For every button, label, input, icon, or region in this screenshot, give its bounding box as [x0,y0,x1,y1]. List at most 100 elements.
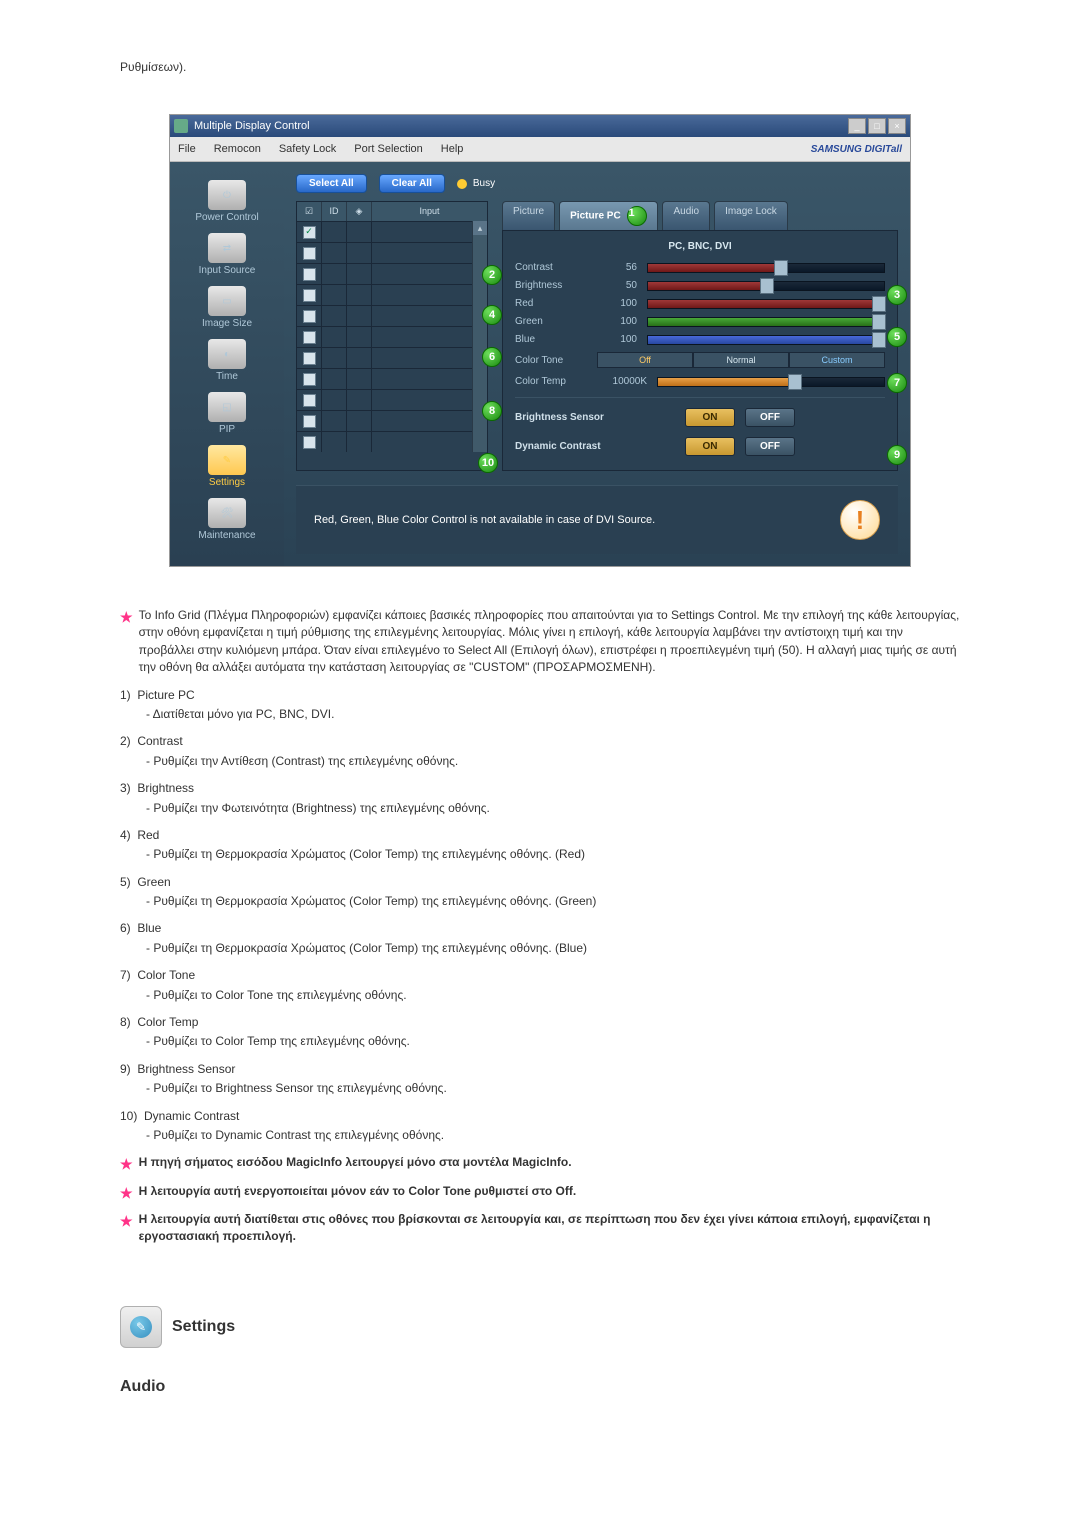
menu-port-selection[interactable]: Port Selection [354,143,422,155]
tab-image-lock[interactable]: Image Lock [714,201,788,230]
sidebar-item-power-control[interactable]: ⏻ Power Control [195,180,258,223]
contrast-label: Contrast [515,262,587,273]
item-sub: - Ρυθμίζει το Brightness Sensor της επιλ… [120,1080,960,1097]
grid-row[interactable] [297,221,472,242]
grid-row[interactable] [297,431,472,452]
star-icon: ★ [120,1211,133,1246]
marker-3: 3 [887,285,907,305]
settings-icon: ✎ [208,445,246,475]
busy-indicator: Busy [457,178,495,189]
tone-normal[interactable]: Normal [693,352,789,368]
bold-note-text: Η λειτουργία αυτή ενεργοποιείται μόνον ε… [139,1183,960,1203]
row-checkbox[interactable] [303,394,316,407]
marker-4: 4 [482,305,502,325]
bold-note-text: Η πηγή σήματος εισόδου MagicInfo λειτουρ… [139,1154,960,1174]
dynamic-contrast-off[interactable]: OFF [745,437,795,456]
green-slider[interactable] [647,317,885,327]
power-icon: ⏻ [208,180,246,210]
grid-row[interactable] [297,263,472,284]
row-checkbox[interactable] [303,310,316,323]
marker-7: 7 [887,373,907,393]
grid-row[interactable] [297,284,472,305]
red-slider[interactable] [647,299,885,309]
select-all-button[interactable]: Select All [296,174,367,193]
item-title: 3) Brightness [120,780,960,797]
tab-picture-pc-label: Picture PC [570,211,621,222]
settings-section-heading: ✎ Settings [120,1306,960,1348]
row-checkbox[interactable] [303,289,316,302]
menu-safety-lock[interactable]: Safety Lock [279,143,336,155]
app-icon [174,119,188,133]
sidebar-item-image-size[interactable]: ▭ Image Size [202,286,252,329]
grid-row[interactable] [297,368,472,389]
row-checkbox[interactable] [303,436,316,449]
tab-picture-pc[interactable]: Picture PC 1 [559,201,658,230]
brightness-value: 50 [597,280,637,291]
row-checkbox[interactable] [303,268,316,281]
green-label: Green [515,316,587,327]
close-button[interactable]: × [888,118,906,134]
marker-1: 1 [627,206,647,226]
sidebar-item-input-source[interactable]: ⇄ Input Source [199,233,256,276]
color-temp-slider[interactable] [657,377,885,387]
tone-off[interactable]: Off [597,352,693,368]
busy-text: Busy [473,178,495,189]
item-sub: - Ρυθμίζει το Color Temp της επιλεγμένης… [120,1033,960,1050]
tone-custom[interactable]: Custom [789,352,885,368]
brightness-slider[interactable] [647,281,885,291]
brightness-sensor-on[interactable]: ON [685,408,735,427]
grid-row[interactable] [297,242,472,263]
sidebar-item-pip[interactable]: ◱ PIP [208,392,246,435]
grid-row[interactable] [297,347,472,368]
dynamic-contrast-on[interactable]: ON [685,437,735,456]
row-checkbox[interactable] [303,247,316,260]
grid-row[interactable] [297,326,472,347]
menu-remocon[interactable]: Remocon [214,143,261,155]
menu-help[interactable]: Help [441,143,464,155]
clear-all-button[interactable]: Clear All [379,174,445,193]
mode-header: PC, BNC, DVI [515,241,885,252]
note-text: Red, Green, Blue Color Control is not av… [314,514,655,526]
row-checkbox[interactable] [303,226,316,239]
grid-header: ☑ ID ◈ Input [297,202,487,221]
contrast-slider[interactable] [647,263,885,273]
star-icon: ★ [120,607,133,677]
red-label: Red [515,298,587,309]
item-sub: - Ρυθμίζει τη Θερμοκρασία Χρώματος (Colo… [120,846,960,863]
col-input-header: Input [372,202,487,221]
blue-label: Blue [515,334,587,345]
sidebar-item-settings[interactable]: ✎ Settings [208,445,246,488]
item-sub: - Ρυθμίζει το Color Tone της επιλεγμένης… [120,987,960,1004]
note-bar: Red, Green, Blue Color Control is not av… [296,485,898,554]
sidebar-item-time[interactable]: ◐ Time [208,339,246,382]
menu-file[interactable]: File [178,143,196,155]
item-title: 7) Color Tone [120,967,960,984]
sidebar-label: Input Source [199,265,256,276]
maximize-button[interactable]: □ [868,118,886,134]
item-list: 1) Picture PC- Διατίθεται μόνο για PC, B… [120,687,960,1145]
row-checkbox[interactable] [303,352,316,365]
scroll-up-button[interactable]: ▴ [473,221,487,235]
blue-slider[interactable] [647,335,885,345]
grid-row[interactable] [297,410,472,431]
row-checkbox[interactable] [303,331,316,344]
row-checkbox[interactable] [303,415,316,428]
item-title: 9) Brightness Sensor [120,1061,960,1078]
grid-row[interactable] [297,305,472,326]
busy-dot-icon [457,179,467,189]
brand-label: SAMSUNG DIGITall [811,144,902,155]
marker-5: 5 [887,327,907,347]
tab-picture[interactable]: Picture [502,201,555,230]
sidebar-label: Settings [209,477,245,488]
sidebar-item-maintenance[interactable]: 🛠 Maintenance [198,498,255,541]
tab-audio[interactable]: Audio [662,201,710,230]
grid-row[interactable] [297,389,472,410]
row-checkbox[interactable] [303,373,316,386]
color-temp-label: Color Temp [515,376,587,387]
bold-note: ★Η λειτουργία αυτή διατίθεται στις οθόνε… [120,1211,960,1246]
brightness-row: Brightness 50 [515,280,885,291]
marker-8: 8 [482,401,502,421]
bold-note: ★Η λειτουργία αυτή ενεργοποιείται μόνον … [120,1183,960,1203]
minimize-button[interactable]: _ [848,118,866,134]
brightness-sensor-off[interactable]: OFF [745,408,795,427]
